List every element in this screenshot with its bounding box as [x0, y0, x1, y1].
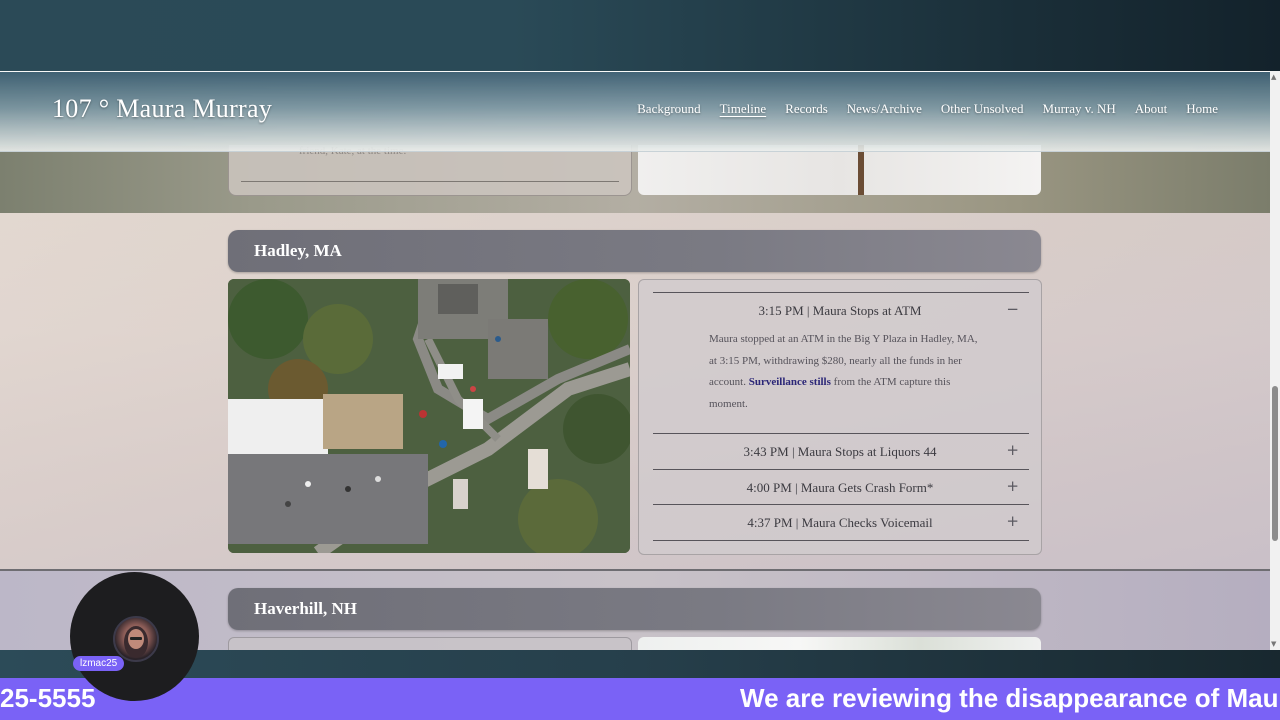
streamer-avatar: [113, 616, 159, 662]
accordion-rule: [653, 469, 1029, 470]
hadley-location-title: Hadley, MA: [254, 241, 342, 260]
expand-icon[interactable]: +: [1006, 477, 1019, 495]
haverhill-photo: [638, 637, 1041, 650]
accordion-rule: [653, 540, 1029, 541]
surveillance-stills-link[interactable]: Surveillance stills: [749, 376, 831, 388]
top-background-strip: [0, 0, 1280, 71]
nav-murray-v-nh[interactable]: Murray v. NH: [1043, 101, 1116, 117]
webcam-overlay: [70, 572, 199, 701]
photo-pole: [858, 145, 864, 195]
avatar-face-graphic: [124, 626, 148, 658]
aerial-map-graphic: [228, 279, 630, 553]
expand-icon[interactable]: +: [1006, 512, 1019, 530]
event-title-crash-form[interactable]: 4:00 PM | Maura Gets Crash Form*: [639, 480, 1041, 496]
nav-home[interactable]: Home: [1186, 101, 1218, 117]
scrollbar-thumb[interactable]: [1272, 386, 1278, 541]
webpage-viewport[interactable]: friend, Kate, at the time. Hadley, MA: [0, 71, 1270, 650]
nav-news-archive[interactable]: News/Archive: [847, 101, 922, 117]
collapse-icon[interactable]: −: [1006, 300, 1019, 318]
event-title-voicemail[interactable]: 4:37 PM | Maura Checks Voicemail: [639, 515, 1041, 531]
scroll-down-arrow-icon[interactable]: ▼: [1271, 640, 1276, 648]
scroll-up-arrow-icon[interactable]: ▲: [1271, 73, 1276, 81]
hadley-events-accordion: 3:15 PM | Maura Stops at ATM − Maura sto…: [638, 279, 1042, 555]
hadley-location-header: Hadley, MA: [228, 230, 1041, 272]
page-scrollbar[interactable]: ▲ ▼: [1270, 71, 1280, 650]
ticker-text-right: We are reviewing the disappearance of Ma…: [740, 683, 1280, 713]
main-nav: Background Timeline Records News/Archive…: [637, 101, 1218, 117]
previous-event-card: friend, Kate, at the time.: [228, 145, 632, 196]
accordion-rule: [653, 292, 1029, 293]
haverhill-event-card: [228, 637, 632, 650]
nav-records[interactable]: Records: [785, 101, 828, 117]
haverhill-location-title: Haverhill, NH: [254, 599, 357, 618]
haverhill-location-header: Haverhill, NH: [228, 588, 1041, 630]
event-body-atm: Maura stopped at an ATM in the Big Y Pla…: [709, 329, 979, 415]
previous-card-divider: [241, 181, 619, 182]
event-title-atm[interactable]: 3:15 PM | Maura Stops at ATM: [639, 303, 1041, 319]
stream-ticker: 25-5555 We are reviewing the disappearan…: [0, 678, 1280, 720]
site-navbar: 107 ° Maura Murray Background Timeline R…: [0, 71, 1270, 152]
previous-event-photo: [638, 145, 1041, 195]
nav-other-unsolved[interactable]: Other Unsolved: [941, 101, 1024, 117]
ticker-text-left: 25-5555: [0, 683, 96, 713]
nav-background[interactable]: Background: [637, 101, 701, 117]
event-title-liquors[interactable]: 3:43 PM | Maura Stops at Liquors 44: [639, 444, 1041, 460]
nav-timeline[interactable]: Timeline: [720, 101, 766, 117]
hadley-aerial-map-image: [228, 279, 630, 553]
nav-about[interactable]: About: [1135, 101, 1168, 117]
site-brand[interactable]: 107 ° Maura Murray: [52, 94, 272, 124]
expand-icon[interactable]: +: [1006, 441, 1019, 459]
accordion-rule: [653, 433, 1029, 434]
accordion-rule: [653, 504, 1029, 505]
streamer-username-badge: lzmac25: [73, 656, 125, 671]
